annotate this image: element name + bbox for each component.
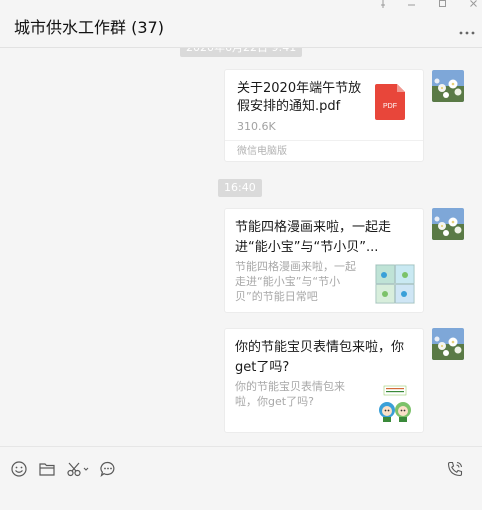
more-icon[interactable] <box>458 22 476 35</box>
link-message[interactable]: 你的节能宝贝表情包来啦，你get了吗? 你的节能宝贝表情包来啦，你get了吗? <box>224 328 424 433</box>
chat-history-icon[interactable] <box>99 460 117 478</box>
file-name: 关于2020年端午节放假安排的通知.pdf <box>237 81 362 114</box>
link-title: 节能四格漫画来啦，一起走进“能小宝”与“节小贝”... <box>235 220 392 255</box>
timestamp: 2020年6月22日 9:41 <box>180 48 303 57</box>
chat-title[interactable]: 城市供水工作群 (37) <box>14 14 164 38</box>
pdf-icon: PDF <box>375 84 405 120</box>
file-source: 微信电脑版 <box>225 140 423 163</box>
folder-icon[interactable] <box>38 460 56 478</box>
timestamp: 16:40 <box>218 179 262 197</box>
input-area[interactable] <box>0 446 482 510</box>
file-size: 310.6K <box>237 120 276 133</box>
maximize-icon[interactable] <box>429 0 455 10</box>
link-message[interactable]: 节能四格漫画来啦，一起走进“能小宝”与“节小贝”... 节能四格漫画来啦，一起走… <box>224 208 424 313</box>
link-description: 你的节能宝贝表情包来啦，你get了吗? <box>235 380 345 408</box>
svg-text:PDF: PDF <box>383 103 397 110</box>
title-bar: 城市供水工作群 (37) <box>0 0 482 48</box>
file-message[interactable]: 关于2020年端午节放假安排的通知.pdf 310.6K PDF 微信电脑版 <box>224 69 424 162</box>
avatar[interactable] <box>432 208 464 240</box>
chat-area[interactable]: 2020年6月22日 9:41 关于2020年端午节放假安排的通知.pdf 31… <box>0 48 482 446</box>
emoji-icon[interactable] <box>10 460 28 478</box>
pin-icon[interactable] <box>370 0 396 10</box>
voice-call-icon[interactable] <box>446 460 464 478</box>
minimize-icon[interactable] <box>398 0 424 10</box>
sticker-thumbnail <box>375 384 415 424</box>
avatar[interactable] <box>432 70 464 102</box>
link-description: 节能四格漫画来啦，一起走进“能小宝”与“节小贝”的节能日常吧 <box>235 260 356 303</box>
link-title: 你的节能宝贝表情包来啦，你get了吗? <box>235 340 405 375</box>
scissors-icon[interactable] <box>66 460 90 478</box>
comic-thumbnail <box>375 264 415 304</box>
close-icon[interactable] <box>460 0 482 10</box>
avatar[interactable] <box>432 328 464 360</box>
